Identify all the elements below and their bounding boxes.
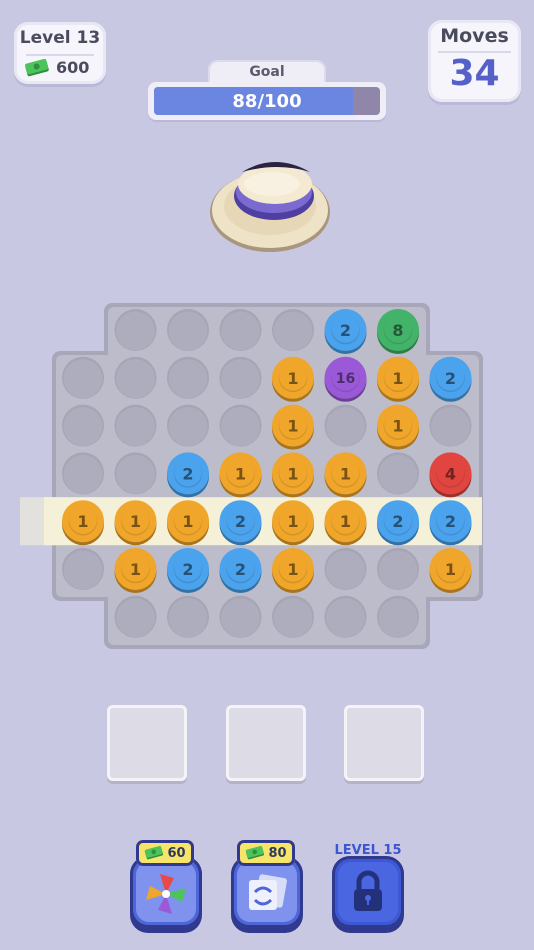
empty-cell-inner	[221, 359, 260, 399]
empty-cell-inner	[221, 311, 260, 351]
shuffle-price-value: 60	[167, 845, 186, 861]
empty-cell-inner	[431, 407, 470, 447]
locked-booster-button[interactable]	[332, 856, 404, 928]
coin-label: 1	[182, 512, 193, 531]
empty-cell-inner	[273, 311, 313, 351]
coin-label: 1	[287, 464, 298, 483]
empty-cell-inner	[116, 311, 155, 351]
coin-label: 1	[287, 512, 298, 531]
coin-label: 1	[130, 512, 141, 531]
highlight-glow	[20, 497, 60, 546]
empty-cell-inner	[116, 598, 155, 638]
game-board: 28116121121114111211221221112	[20, 303, 483, 775]
tray-slot-2[interactable]	[226, 705, 306, 781]
swap-price: 80	[237, 840, 295, 866]
empty-cell-inner	[326, 598, 365, 638]
coin-label: 1	[287, 417, 298, 436]
empty-cell-inner	[116, 407, 155, 447]
tray-slot-1[interactable]	[107, 705, 187, 781]
empty-cell-inner	[63, 359, 103, 399]
coin-label: 4	[445, 464, 456, 483]
coin-label: 2	[445, 369, 456, 388]
coin-label: 2	[182, 464, 193, 483]
coin-label: 2	[445, 512, 456, 531]
cash-icon	[246, 846, 265, 860]
empty-cell-inner	[273, 598, 313, 638]
coin-label: 2	[235, 560, 246, 579]
empty-cell-inner	[221, 598, 260, 638]
coin-label: 1	[340, 512, 351, 531]
coin-label: 1	[287, 560, 298, 579]
coin-label: 1	[392, 369, 403, 388]
coin-label: 2	[182, 560, 193, 579]
empty-cell-inner	[168, 407, 208, 447]
pinwheel-icon	[146, 874, 186, 914]
shuffle-price: 60	[136, 840, 194, 866]
shuffle-booster-button[interactable]	[130, 856, 202, 928]
coin-label: 1	[287, 369, 298, 388]
empty-cell-inner	[326, 407, 365, 447]
coin-label: 1	[392, 417, 403, 436]
coin-label: 1	[130, 560, 141, 579]
coin-label: 2	[235, 512, 246, 531]
tray-slot-3[interactable]	[344, 705, 424, 781]
coin-label: 2	[392, 512, 403, 531]
coin-label: 16	[336, 371, 355, 387]
empty-cell-inner	[378, 550, 418, 590]
cash-icon	[145, 846, 164, 860]
swap-price-value: 80	[268, 845, 287, 861]
coin-label: 8	[392, 321, 403, 340]
empty-cell-inner	[378, 454, 418, 494]
lock-icon	[354, 870, 382, 911]
coin-label: 1	[235, 464, 246, 483]
swap-booster-button[interactable]	[231, 856, 303, 928]
empty-cell-inner	[168, 311, 208, 351]
coin-label: 1	[340, 464, 351, 483]
empty-cell-inner	[63, 550, 103, 590]
empty-cell-inner	[326, 550, 365, 590]
empty-cell-inner	[168, 598, 208, 638]
empty-cell-inner	[378, 598, 418, 638]
empty-cell-inner	[116, 454, 155, 494]
empty-cell-inner	[168, 359, 208, 399]
empty-cell-inner	[221, 407, 260, 447]
coin-label: 1	[445, 560, 456, 579]
coin-label: 2	[340, 321, 351, 340]
empty-cell-inner	[63, 454, 103, 494]
empty-cell-inner	[116, 359, 155, 399]
coin-label: 1	[77, 512, 88, 531]
swap-card-icon	[249, 874, 287, 910]
empty-cell-inner	[63, 407, 103, 447]
